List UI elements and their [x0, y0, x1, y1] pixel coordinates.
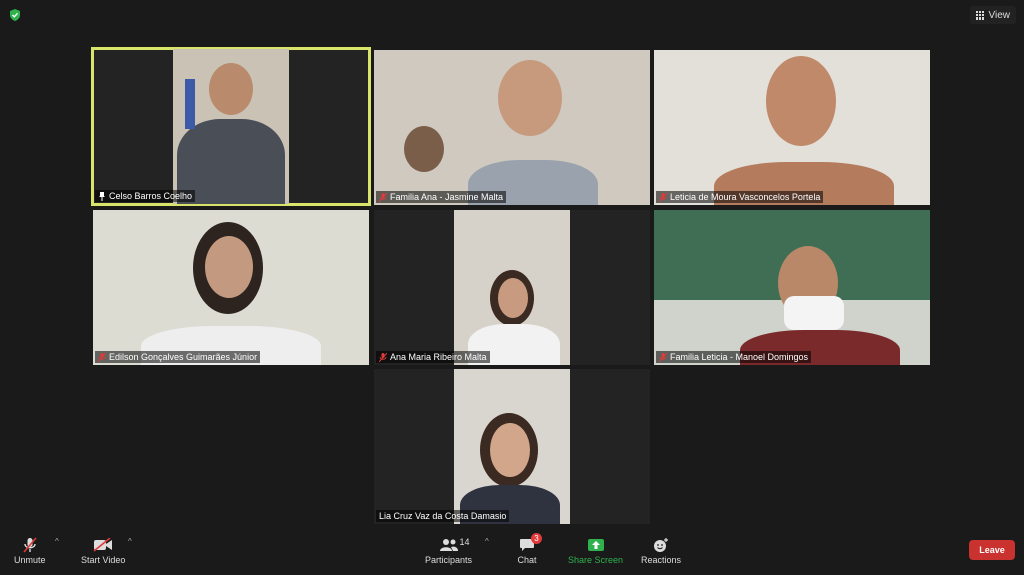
video-feed — [173, 49, 289, 204]
participant-name-label: Familia Ana - Jasmine Malta — [376, 191, 507, 203]
chat-label: Chat — [517, 555, 537, 565]
start-video-button[interactable]: Start Video — [81, 535, 125, 565]
video-feed — [454, 369, 570, 524]
participant-face — [498, 278, 528, 318]
mic-muted-icon — [19, 535, 41, 555]
mic-muted-icon — [379, 352, 387, 362]
share-screen-label: Share Screen — [568, 555, 624, 565]
pin-icon — [99, 191, 105, 201]
video-feed — [454, 210, 570, 365]
start-video-label: Start Video — [81, 555, 126, 565]
top-bar: View — [0, 0, 1024, 32]
chat-icon: 3 — [516, 533, 542, 555]
video-feed — [654, 50, 930, 205]
participants-options-caret-icon[interactable]: ^ — [485, 537, 489, 546]
participant-tile-ana-maria[interactable]: Ana Maria Ribeiro Malta — [374, 210, 650, 365]
participant-name-label: Lia Cruz Vaz da Costa Damasio — [376, 510, 510, 522]
participant-face — [205, 236, 253, 298]
participant-name: Celso Barros Coelho — [109, 191, 193, 201]
participant-name: Familia Leticia - Manoel Domingos — [670, 352, 809, 362]
video-feed — [93, 210, 369, 365]
participant-tile-familia-ana[interactable]: Familia Ana - Jasmine Malta — [374, 50, 650, 205]
participant-face — [490, 423, 530, 477]
view-label: View — [988, 9, 1011, 21]
participant-name: Edilson Gonçalves Guimarães Júnior — [109, 352, 258, 362]
mic-muted-icon — [659, 352, 667, 362]
chat-badge: 3 — [531, 533, 542, 544]
participants-button[interactable]: 14 Participants — [425, 535, 472, 565]
share-screen-icon — [585, 535, 607, 555]
video-off-icon — [92, 535, 114, 555]
flag — [185, 79, 195, 129]
participant-name-label: Ana Maria Ribeiro Malta — [376, 351, 490, 363]
participant-face — [209, 63, 253, 115]
participant-tile-lia[interactable]: Lia Cruz Vaz da Costa Damasio — [374, 369, 650, 524]
audio-options-caret-icon[interactable]: ^ — [55, 537, 59, 546]
face-mask — [784, 296, 844, 330]
participants-icon: 14 — [438, 535, 470, 555]
video-feed — [374, 50, 650, 205]
participant-name-label: Edilson Gonçalves Guimarães Júnior — [95, 351, 261, 363]
participant-name-label: Familia Leticia - Manoel Domingos — [656, 351, 812, 363]
participant-name: Leticia de Moura Vasconcelos Portela — [670, 192, 821, 202]
chat-button[interactable]: 3 Chat — [516, 533, 542, 565]
participants-label: Participants — [425, 555, 473, 565]
participant-name: Ana Maria Ribeiro Malta — [390, 352, 487, 362]
mic-muted-icon — [98, 352, 106, 362]
participant-face — [766, 56, 836, 146]
reactions-label: Reactions — [641, 555, 682, 565]
reactions-icon — [650, 535, 672, 555]
reactions-button[interactable]: Reactions — [641, 535, 681, 565]
participant-tile-leticia[interactable]: Leticia de Moura Vasconcelos Portela — [654, 50, 930, 205]
participant-tile-edilson[interactable]: Edilson Gonçalves Guimarães Júnior — [93, 210, 369, 365]
share-screen-button[interactable]: Share Screen — [568, 535, 623, 565]
grid-view-icon — [975, 10, 985, 20]
participants-count: 14 — [459, 537, 470, 547]
participant-name-label: Celso Barros Coelho — [95, 190, 196, 202]
unmute-button[interactable]: Unmute — [14, 535, 46, 565]
participant-name: Familia Ana - Jasmine Malta — [390, 192, 504, 202]
view-button[interactable]: View — [969, 6, 1016, 24]
participant-face-secondary — [404, 126, 444, 172]
video-options-caret-icon[interactable]: ^ — [128, 537, 132, 546]
shield-check-icon[interactable] — [8, 8, 22, 22]
leave-button[interactable]: Leave — [969, 540, 1015, 560]
mic-muted-icon — [379, 192, 387, 202]
unmute-label: Unmute — [14, 555, 46, 565]
meeting-toolbar: Unmute ^ Start Video ^ 14 Participants ^… — [0, 531, 1024, 575]
participant-name-label: Leticia de Moura Vasconcelos Portela — [656, 191, 824, 203]
participant-tile-familia-leticia[interactable]: Familia Leticia - Manoel Domingos — [654, 210, 930, 365]
video-feed — [654, 210, 930, 365]
mic-muted-icon — [659, 192, 667, 202]
participant-name: Lia Cruz Vaz da Costa Damasio — [379, 511, 507, 521]
participant-face — [498, 60, 562, 136]
participant-tile-celso[interactable]: Celso Barros Coelho — [91, 47, 371, 206]
